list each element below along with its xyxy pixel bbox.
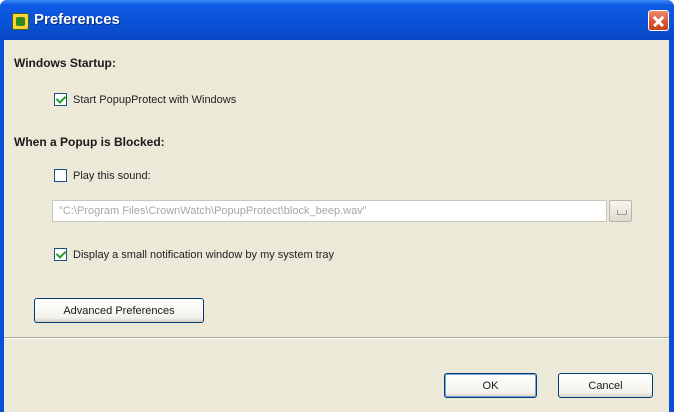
notification-label: Display a small notification window by m… xyxy=(73,248,335,261)
close-button[interactable] xyxy=(648,10,669,31)
popup-blocked-heading: When a Popup is Blocked: xyxy=(14,135,165,149)
dialog-body: Windows Startup: Start PopupProtect with… xyxy=(4,40,669,412)
app-icon xyxy=(12,13,29,30)
sound-path-field[interactable]: "C:\Program Files\CrownWatch\PopupProtec… xyxy=(52,200,607,222)
notification-option[interactable]: Display a small notification window by m… xyxy=(54,248,334,261)
start-with-windows-checkbox[interactable] xyxy=(54,93,67,106)
notification-checkbox[interactable] xyxy=(54,248,67,261)
windows-startup-heading: Windows Startup: xyxy=(14,56,116,70)
cancel-button[interactable]: Cancel xyxy=(558,373,653,398)
footer-divider xyxy=(4,337,669,339)
start-with-windows-option[interactable]: Start PopupProtect with Windows xyxy=(54,93,236,106)
advanced-preferences-button[interactable]: Advanced Preferences xyxy=(34,298,204,323)
ok-button[interactable]: OK xyxy=(444,373,537,398)
play-sound-checkbox[interactable] xyxy=(54,169,67,182)
browse-button[interactable] xyxy=(609,200,632,222)
preferences-window: Preferences Windows Startup: Start Popup… xyxy=(0,0,674,412)
play-sound-option[interactable]: Play this sound: xyxy=(54,169,151,182)
window-title: Preferences xyxy=(34,11,120,28)
play-sound-label: Play this sound: xyxy=(73,169,151,182)
title-bar[interactable]: Preferences xyxy=(0,0,674,40)
start-with-windows-label: Start PopupProtect with Windows xyxy=(73,93,237,106)
